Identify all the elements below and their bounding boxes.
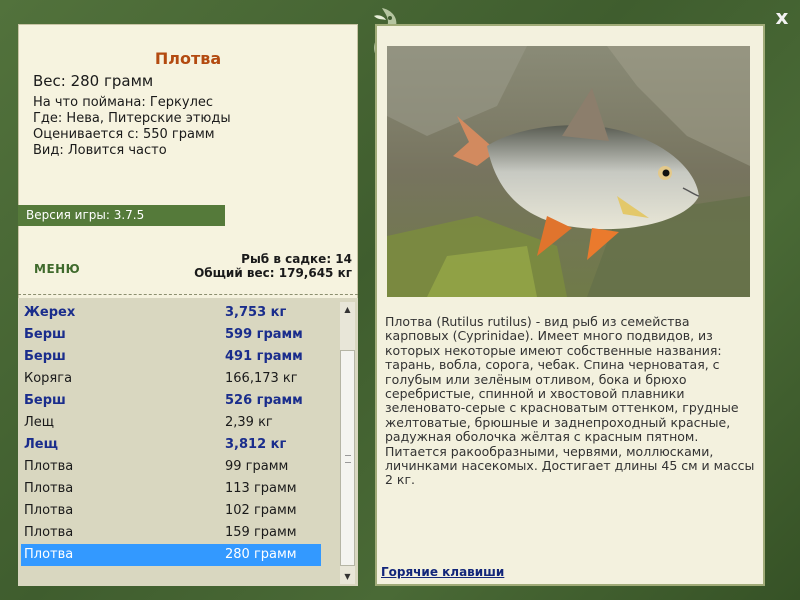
fish-count: Рыб в садке: 14	[241, 252, 352, 266]
fish-name: Коряга	[24, 371, 73, 386]
fish-name: Лещ	[24, 437, 58, 452]
fish-name: Плотва	[24, 547, 74, 562]
fish-value: Оценивается с: 550 грамм	[33, 127, 215, 142]
scroll-thumb[interactable]	[340, 350, 355, 566]
fish-name: Плотва	[24, 503, 74, 518]
fish-weight-value: 159 грамм	[225, 525, 297, 540]
fish-weight-value: 3,753 кг	[225, 305, 287, 320]
total-weight: Общий вес: 179,645 кг	[194, 266, 352, 280]
catch-list-area: Жерех 3,753 кг Берш 599 грамм Берш 491 грамм К…	[18, 298, 358, 586]
fish-weight-value: 2,39 кг	[225, 415, 273, 430]
fish-weight: Вес: 280 грамм	[33, 72, 154, 90]
fish-weight-value: 3,812 кг	[225, 437, 287, 452]
list-item[interactable]: Коряга 166,173 кг	[21, 368, 321, 390]
fish-weight-value: 102 грамм	[225, 503, 297, 518]
fish-photo	[387, 46, 750, 297]
list-item[interactable]: Плотва 159 грамм	[21, 522, 321, 544]
fish-description: Плотва (Rutilus rutilus) - вид рыб из се…	[385, 314, 755, 488]
fish-weight-value: 166,173 кг	[225, 371, 298, 386]
catch-location: Где: Нева, Питерские этюды	[33, 111, 231, 126]
list-item[interactable]: Плотва 280 грамм	[21, 544, 321, 566]
fish-weight-value: 526 грамм	[225, 393, 303, 408]
caught-on: На что поймана: Геркулес	[33, 95, 214, 110]
menu-button[interactable]: МЕНЮ	[34, 262, 80, 276]
divider	[18, 294, 358, 295]
fish-name: Берш	[24, 327, 66, 342]
scrollbar[interactable]: ▲ ▼	[340, 302, 355, 584]
scroll-down-icon[interactable]: ▼	[340, 569, 355, 584]
fish-name: Плотва	[24, 459, 74, 474]
version-bar: Версия игры: 3.7.5	[18, 205, 225, 226]
list-item[interactable]: Берш 599 грамм	[21, 324, 321, 346]
list-item[interactable]: Плотва 102 грамм	[21, 500, 321, 522]
fish-info-panel: Плотва Вес: 280 грамм На что поймана: Ге…	[18, 24, 358, 586]
fish-weight-value: 599 грамм	[225, 327, 303, 342]
fish-name: Берш	[24, 393, 66, 408]
close-icon[interactable]: x	[776, 5, 789, 29]
list-item[interactable]: Плотва 113 грамм	[21, 478, 321, 500]
fish-weight-value: 99 грамм	[225, 459, 289, 474]
fish-name: Плотва	[24, 481, 74, 496]
close-button[interactable]: x	[770, 6, 794, 28]
fish-name: Жерех	[24, 305, 76, 320]
fish-weight-value: 113 грамм	[225, 481, 297, 496]
list-item[interactable]: Берш 526 грамм	[21, 390, 321, 412]
list-item[interactable]: Лещ 2,39 кг	[21, 412, 321, 434]
species-rate: Вид: Ловится часто	[33, 143, 167, 158]
fish-description-panel: Плотва (Rutilus rutilus) - вид рыб из се…	[375, 24, 765, 586]
scroll-up-icon[interactable]: ▲	[340, 302, 355, 317]
fish-weight-value: 280 грамм	[225, 547, 297, 562]
list-item[interactable]: Жерех 3,753 кг	[21, 302, 321, 324]
list-item[interactable]: Берш 491 грамм	[21, 346, 321, 368]
fish-weight-value: 491 грамм	[225, 349, 303, 364]
list-item[interactable]: Плотва 99 грамм	[21, 456, 321, 478]
catch-list[interactable]: Жерех 3,753 кг Берш 599 грамм Берш 491 грамм К…	[21, 302, 321, 566]
list-item[interactable]: Лещ 3,812 кг	[21, 434, 321, 456]
grip-icon	[345, 455, 351, 463]
fish-title: Плотва	[154, 49, 222, 68]
fish-name: Лещ	[24, 415, 55, 430]
hotkeys-link[interactable]: Горячие клавиши	[381, 565, 504, 579]
fish-name: Плотва	[24, 525, 74, 540]
catch-stats: Рыб в садке: 14 Общий вес: 179,645 кг	[194, 252, 352, 280]
fish-name: Берш	[24, 349, 66, 364]
fish-details: На что поймана: Геркулес Где: Нева, Пите…	[33, 95, 231, 159]
